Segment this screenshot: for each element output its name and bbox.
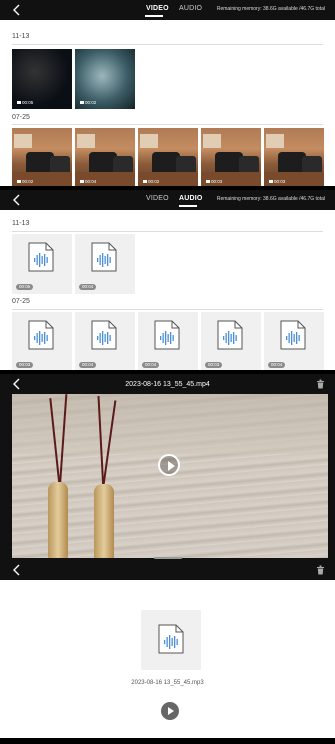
play-icon: [168, 707, 174, 715]
sheet-handle: [154, 557, 182, 559]
tab-video[interactable]: VIDEO: [146, 195, 169, 202]
video-duration: 00:02: [17, 179, 33, 184]
audio-duration: 00:03: [16, 362, 34, 368]
video-thumbnail[interactable]: 00:03: [264, 128, 324, 186]
date-header: 11-13: [12, 220, 30, 227]
divider: [12, 309, 323, 310]
audio-duration: 00:03: [205, 362, 223, 368]
remaining-memory: Remaining memory: 38.6G available /46.7G…: [216, 6, 325, 12]
audio-duration: 00:04: [79, 362, 97, 368]
video-thumbnail[interactable]: 00:03: [201, 128, 261, 186]
audio-file-icon: [28, 242, 54, 272]
video-player-screen: 2023-08-16 13_55_45.mp4: [0, 374, 335, 560]
play-icon: [168, 461, 175, 471]
audio-play-button[interactable]: [161, 702, 179, 720]
camera-icon: [17, 101, 21, 105]
divider: [12, 124, 323, 125]
tab-video[interactable]: VIDEO: [146, 5, 169, 12]
audio-file-icon: [217, 320, 243, 350]
camera-icon: [269, 180, 273, 184]
play-button[interactable]: [158, 454, 180, 476]
audio-duration: 00:04: [268, 362, 286, 368]
video-thumbnail[interactable]: 00:02: [12, 128, 72, 186]
video-duration: 00:03: [206, 179, 222, 184]
tab-audio[interactable]: AUDIO: [179, 195, 203, 202]
video-thumbnail[interactable]: 00:04: [75, 128, 135, 186]
trash-icon[interactable]: [316, 565, 325, 575]
back-chevron-icon[interactable]: [10, 3, 24, 17]
audio-file-icon: [154, 320, 180, 350]
camera-icon: [143, 180, 147, 184]
video-title: 2023-08-16 13_55_45.mp4: [125, 381, 210, 388]
date-header: 07-25: [12, 298, 30, 305]
audio-artwork: [141, 610, 201, 670]
top-bar: VIDEO AUDIO Remaining memory: 38.6G avai…: [0, 190, 335, 210]
audio-grid: 11-13 00:05 00:04 07-25 00:03 00:04 00:0…: [0, 210, 335, 370]
audio-thumbnail[interactable]: 00:03: [12, 312, 72, 370]
audio-list-screen: VIDEO AUDIO Remaining memory: 38.6G avai…: [0, 190, 335, 370]
video-duration: 00:02: [143, 179, 159, 184]
video-duration: 00:05: [17, 100, 33, 105]
audio-file-icon: [91, 242, 117, 272]
camera-icon: [80, 180, 84, 184]
camera-icon: [17, 180, 21, 184]
back-chevron-icon[interactable]: [10, 193, 24, 207]
date-header: 11-13: [12, 33, 30, 40]
video-frame[interactable]: [12, 394, 328, 558]
audio-duration: 00:05: [16, 284, 34, 290]
video-duration: 00:03: [269, 179, 285, 184]
audio-thumbnail[interactable]: 00:03: [201, 312, 261, 370]
top-bar: [0, 560, 335, 580]
camera-icon: [80, 101, 84, 105]
divider: [12, 231, 323, 232]
audio-file-icon: [28, 320, 54, 350]
remaining-memory: Remaining memory: 38.6G available /46.7G…: [216, 196, 325, 202]
back-chevron-icon[interactable]: [10, 563, 24, 577]
audio-duration: 00:04: [79, 284, 97, 290]
audio-thumbnail[interactable]: 00:04: [138, 312, 198, 370]
audio-player-body: 2023-08-16 13_55_45.mp3: [0, 580, 335, 738]
date-header: 07-25: [12, 114, 30, 121]
divider: [12, 44, 323, 45]
audio-duration: 00:04: [142, 362, 160, 368]
video-thumbnail[interactable]: 00:02: [75, 49, 135, 109]
audio-thumbnail[interactable]: 00:05: [12, 234, 72, 294]
video-thumbnail[interactable]: 00:05: [12, 49, 72, 109]
audio-thumbnail[interactable]: 00:04: [75, 312, 135, 370]
video-duration: 00:02: [80, 100, 96, 105]
top-bar: VIDEO AUDIO Remaining memory: 38.6G avai…: [0, 0, 335, 20]
audio-thumbnail[interactable]: 00:04: [75, 234, 135, 294]
video-duration: 00:04: [80, 179, 96, 184]
audio-file-icon: [91, 320, 117, 350]
trash-icon[interactable]: [316, 379, 325, 389]
active-tab-indicator: [179, 205, 197, 207]
active-tab-indicator: [145, 15, 163, 17]
video-list-screen: VIDEO AUDIO Remaining memory: 38.6G avai…: [0, 0, 335, 186]
video-grid: 11-13 00:05 00:02 07-25 00:02 00:04 00:0…: [0, 20, 335, 186]
video-thumbnail[interactable]: 00:02: [138, 128, 198, 186]
audio-filename: 2023-08-16 13_55_45.mp3: [131, 680, 204, 686]
audio-file-icon: [158, 624, 184, 654]
audio-player-screen: 2023-08-16 13_55_45.mp3: [0, 560, 335, 744]
tab-audio[interactable]: AUDIO: [179, 5, 202, 12]
camera-icon: [206, 180, 210, 184]
audio-file-icon: [280, 320, 306, 350]
audio-thumbnail[interactable]: 00:04: [264, 312, 324, 370]
